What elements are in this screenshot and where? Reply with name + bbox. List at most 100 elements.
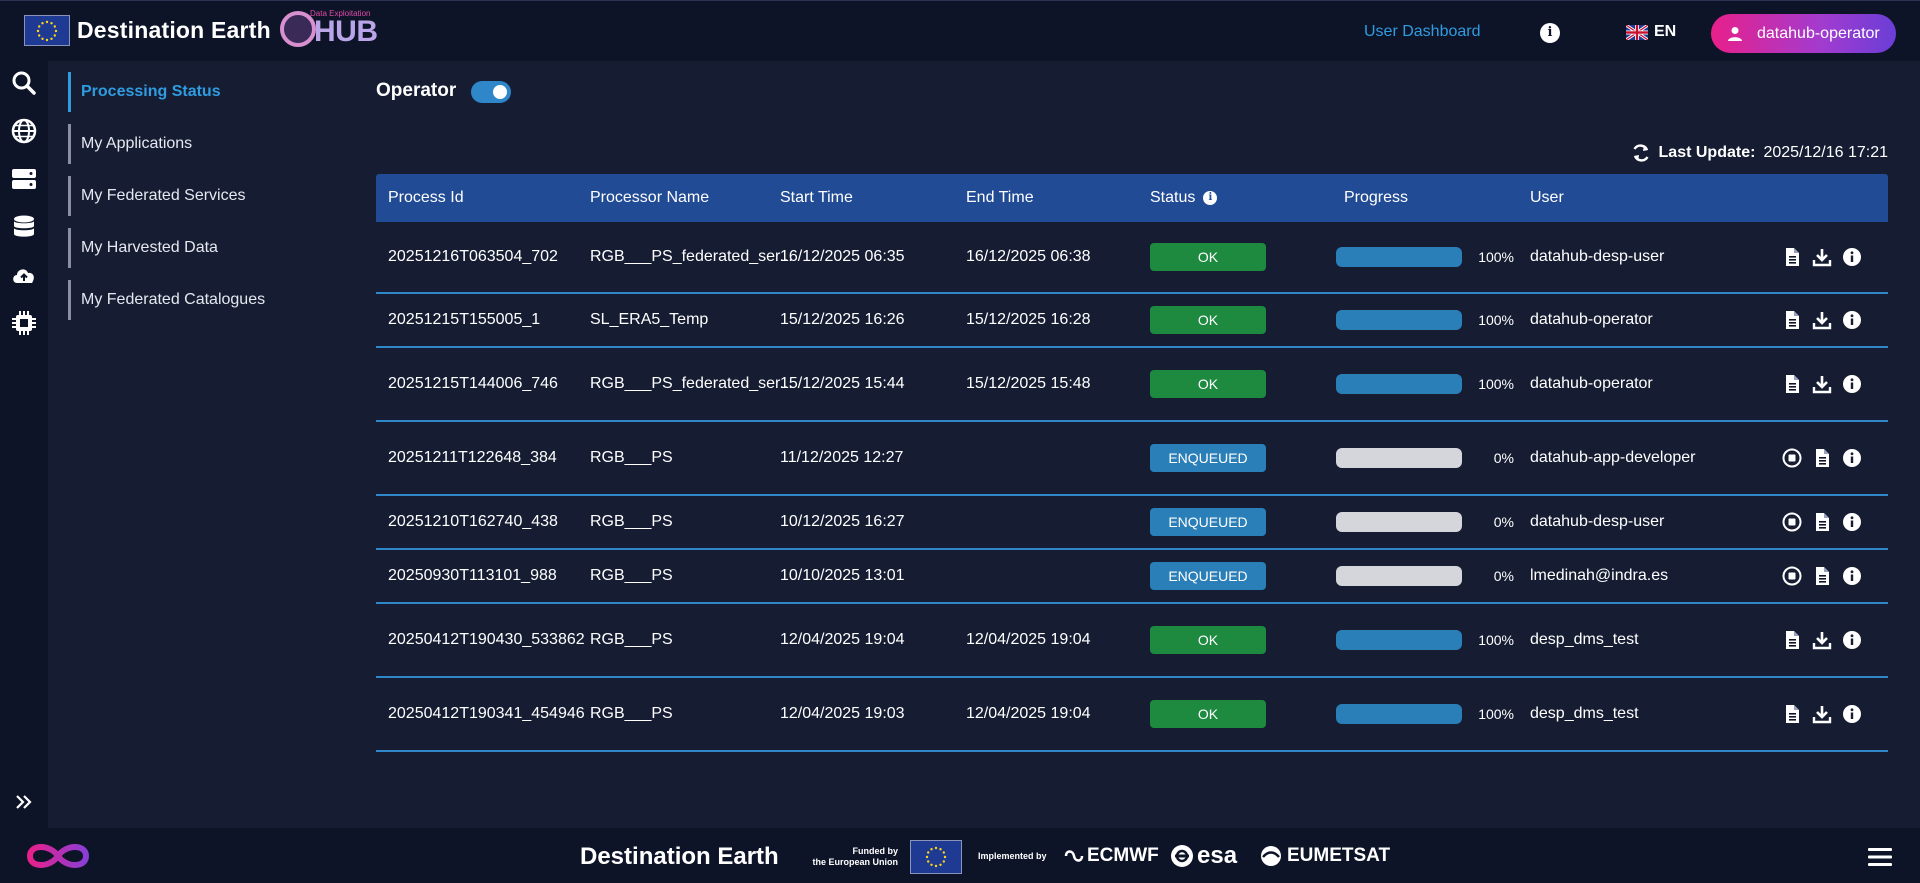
eu-stars-icon (925, 846, 947, 868)
progress-label: 100% (1478, 376, 1514, 392)
info-icon[interactable] (1842, 566, 1862, 586)
processing-table: Process Id Processor Name Start Time End… (376, 174, 1888, 752)
table-row[interactable]: 20251210T162740_438 RGB___PS 10/12/2025 16… (376, 496, 1888, 550)
sidebar-item-my-federated-services[interactable]: My Federated Services (68, 176, 338, 216)
info-icon[interactable] (1842, 630, 1862, 650)
download-icon[interactable] (1812, 247, 1832, 267)
ecmwf-logo: ECMWF (1064, 845, 1159, 867)
info-icon[interactable] (1842, 374, 1862, 394)
column-header-end-time[interactable]: End Time (954, 189, 1138, 207)
hub-logo[interactable]: Data Exploitation HUB (278, 7, 378, 53)
cell-actions (1768, 448, 1888, 468)
status-badge: OK (1150, 306, 1266, 334)
destine-infinity-logo[interactable] (22, 838, 94, 874)
download-icon[interactable] (1812, 310, 1832, 330)
cell-status: OK (1138, 243, 1328, 271)
status-badge: ENQUEUED (1150, 562, 1266, 590)
cell-actions (1768, 566, 1888, 586)
column-header-processor-name[interactable]: Processor Name (578, 187, 768, 209)
sidebar-item-my-harvested-data[interactable]: My Harvested Data (68, 228, 338, 268)
sidebar-item-processing-status[interactable]: Processing Status (68, 72, 338, 112)
sidebar-item-label: My Applications (81, 135, 193, 152)
column-header-process-id[interactable]: Process Id (376, 187, 578, 209)
info-icon[interactable] (1842, 448, 1862, 468)
stop-icon[interactable] (1782, 448, 1802, 468)
cell-start-time: 15/12/2025 15:44 (780, 375, 905, 392)
cell-start-time: 10/10/2025 13:01 (780, 567, 905, 584)
progress-bar-fill (1336, 247, 1462, 267)
column-header-start-time[interactable]: Start Time (768, 189, 954, 207)
column-header-progress[interactable]: Progress (1328, 189, 1518, 207)
refresh-icon[interactable] (1631, 143, 1651, 163)
column-header-user[interactable]: User (1518, 187, 1768, 209)
cell-progress: 100% (1328, 630, 1518, 650)
eumetsat-logo: EUMETSAT (1260, 845, 1390, 867)
file-icon[interactable] (1782, 374, 1802, 394)
download-icon[interactable] (1812, 374, 1832, 394)
table-row[interactable]: 20250412T190341_454946 RGB___PS 12/04/2025… (376, 678, 1888, 752)
info-icon[interactable] (1842, 704, 1862, 724)
cell-start-time: 16/12/2025 06:35 (780, 248, 905, 265)
stop-icon[interactable] (1782, 512, 1802, 532)
progress-bar (1336, 310, 1462, 330)
cell-progress: 100% (1328, 310, 1518, 330)
column-header-status[interactable]: Status i (1138, 189, 1328, 207)
expand-sidebar-icon[interactable] (14, 792, 34, 812)
file-icon[interactable] (1812, 512, 1832, 532)
cell-processor-name: RGB___PS (590, 631, 673, 648)
cell-status: ENQUEUED (1138, 562, 1328, 590)
info-icon[interactable] (1842, 310, 1862, 330)
file-icon[interactable] (1782, 310, 1802, 330)
stop-icon[interactable] (1782, 566, 1802, 586)
funded-line-2: the European Union (812, 857, 899, 867)
download-icon[interactable] (1812, 704, 1832, 724)
language-selector[interactable]: EN (1626, 23, 1676, 41)
info-icon[interactable] (1842, 247, 1862, 267)
table-row[interactable]: 20251215T155005_1 SL_ERA5_Temp 15/12/2025 … (376, 294, 1888, 348)
file-icon[interactable] (1782, 247, 1802, 267)
cloud-upload-icon[interactable] (11, 262, 37, 288)
server-icon[interactable] (11, 166, 37, 192)
chip-icon[interactable] (11, 310, 37, 336)
table-row[interactable]: 20251215T144006_746 RGB___PS_federated_se… (376, 348, 1888, 422)
top-header: Destination Earth Data Exploitation HUB … (0, 0, 1920, 61)
file-icon[interactable] (1782, 630, 1802, 650)
info-icon[interactable]: i (1540, 23, 1560, 43)
status-badge: OK (1150, 626, 1266, 654)
info-icon[interactable] (1842, 512, 1862, 532)
globe-icon[interactable] (11, 118, 37, 144)
cell-user: datahub-operator (1530, 375, 1653, 392)
table-row[interactable]: 20250412T190430_533862 RGB___PS 12/04/2025… (376, 604, 1888, 678)
cell-progress: 0% (1328, 566, 1518, 586)
cell-status: ENQUEUED (1138, 444, 1328, 472)
file-icon[interactable] (1782, 704, 1802, 724)
progress-label: 100% (1478, 312, 1514, 328)
cell-user: desp_dms_test (1530, 631, 1639, 648)
status-badge: ENQUEUED (1150, 508, 1266, 536)
eu-flag-logo (24, 15, 70, 46)
table-row[interactable]: 20251211T122648_384 RGB___PS 11/12/2025 12… (376, 422, 1888, 496)
cell-end-time: 15/12/2025 16:28 (966, 311, 1091, 328)
last-update-label: Last Update: (1658, 144, 1756, 161)
brand-title[interactable]: Destination Earth (77, 17, 271, 44)
table-row[interactable]: 20251216T063504_702 RGB___PS_federated_se… (376, 222, 1888, 294)
cell-progress: 0% (1328, 512, 1518, 532)
progress-bar-fill (1336, 374, 1462, 394)
search-icon[interactable] (11, 70, 37, 96)
file-icon[interactable] (1812, 566, 1832, 586)
file-icon[interactable] (1812, 448, 1832, 468)
ecmwf-text: ECMWF (1087, 845, 1159, 866)
sidebar-item-my-applications[interactable]: My Applications (68, 124, 338, 164)
cell-start-time: 10/12/2025 16:27 (780, 513, 905, 530)
status-info-icon[interactable]: i (1203, 191, 1218, 205)
status-badge: OK (1150, 243, 1266, 271)
table-row[interactable]: 20250930T113101_988 RGB___PS 10/10/2025 13… (376, 550, 1888, 604)
operator-toggle[interactable] (471, 81, 511, 103)
user-menu-button[interactable]: datahub-operator (1711, 14, 1896, 53)
cell-processor-name: SL_ERA5_Temp (590, 311, 709, 328)
sidebar-item-my-federated-catalogues[interactable]: My Federated Catalogues (68, 280, 338, 320)
hamburger-menu-icon[interactable] (1868, 846, 1892, 868)
user-dashboard-link[interactable]: User Dashboard (1364, 23, 1481, 41)
download-icon[interactable] (1812, 630, 1832, 650)
database-icon[interactable] (11, 214, 37, 240)
